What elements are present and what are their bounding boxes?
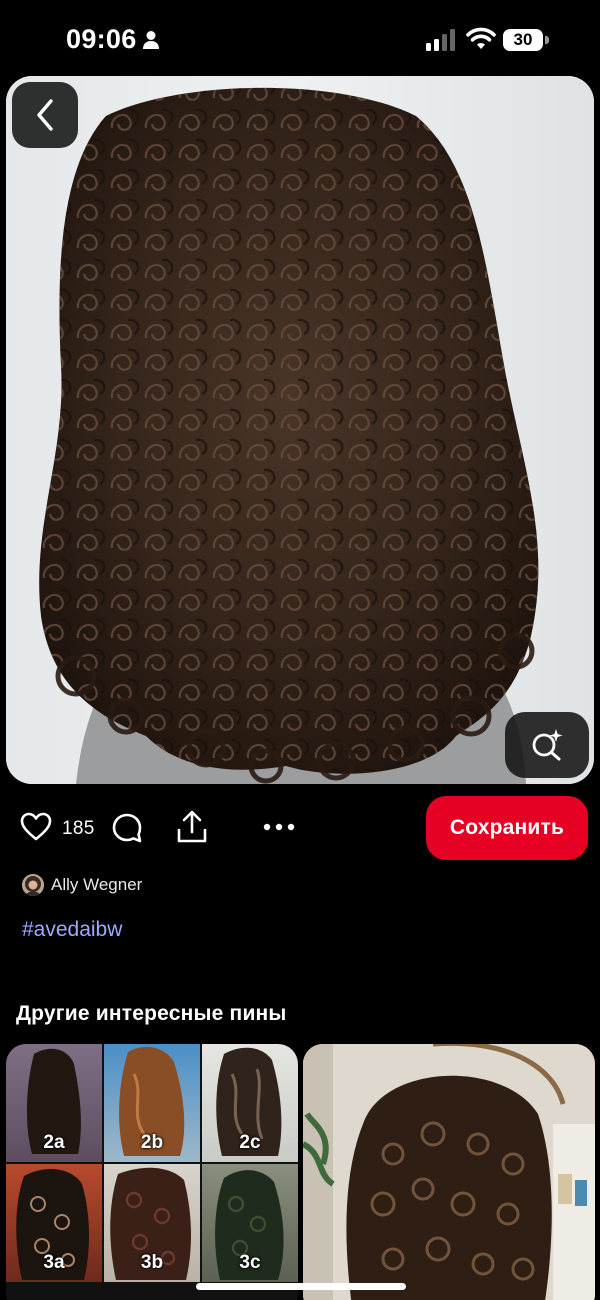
heart-icon[interactable] (20, 812, 52, 842)
avatar (22, 874, 44, 896)
comment-icon[interactable] (111, 812, 143, 844)
grid-label: 3b (140, 1252, 164, 1273)
related-pin-card[interactable]: 2a 2b 2c 3a 3b 3c (6, 1044, 298, 1300)
grid-cell: 2a (6, 1044, 102, 1162)
status-time: 09:06 (66, 24, 137, 54)
author[interactable]: Ally Wegner (22, 872, 142, 898)
grid-cell: 2b (104, 1044, 200, 1162)
related-pin-card[interactable] (303, 1044, 595, 1300)
back-button[interactable] (12, 82, 78, 148)
grid-cell: 3b (104, 1164, 200, 1282)
chevron-left-icon (37, 99, 53, 131)
action-row: 185 Сохранить (0, 796, 600, 862)
status-bar: 09:06 30 (0, 0, 600, 80)
battery-level: 30 (513, 30, 533, 49)
signal-icon (426, 29, 455, 51)
grid-cell: 3c (202, 1164, 298, 1282)
pin-image[interactable] (6, 76, 594, 784)
save-button[interactable]: Сохранить (426, 796, 588, 860)
author-name: Ally Wegner (51, 875, 143, 894)
more-icon[interactable] (262, 822, 296, 832)
wifi-icon (466, 27, 496, 49)
grid-cell: 3a (6, 1164, 102, 1282)
grid-label: 3c (239, 1252, 261, 1273)
grid-label: 2c (239, 1132, 261, 1153)
person-icon (143, 31, 159, 49)
share-icon[interactable] (176, 810, 208, 844)
grid-cell: 2c (202, 1044, 298, 1162)
grid-label: 2b (140, 1132, 164, 1153)
battery-icon: 30 (503, 27, 549, 53)
likes-count: 185 (62, 818, 95, 839)
hashtag-link[interactable]: #avedaibw (22, 918, 122, 942)
grid-label: 2a (43, 1132, 65, 1153)
visual-search-button[interactable] (505, 712, 589, 778)
home-indicator[interactable] (196, 1283, 406, 1290)
visual-search-icon (532, 729, 563, 761)
grid-label: 3a (43, 1252, 65, 1273)
section-title: Другие интересные пины (16, 1002, 287, 1025)
